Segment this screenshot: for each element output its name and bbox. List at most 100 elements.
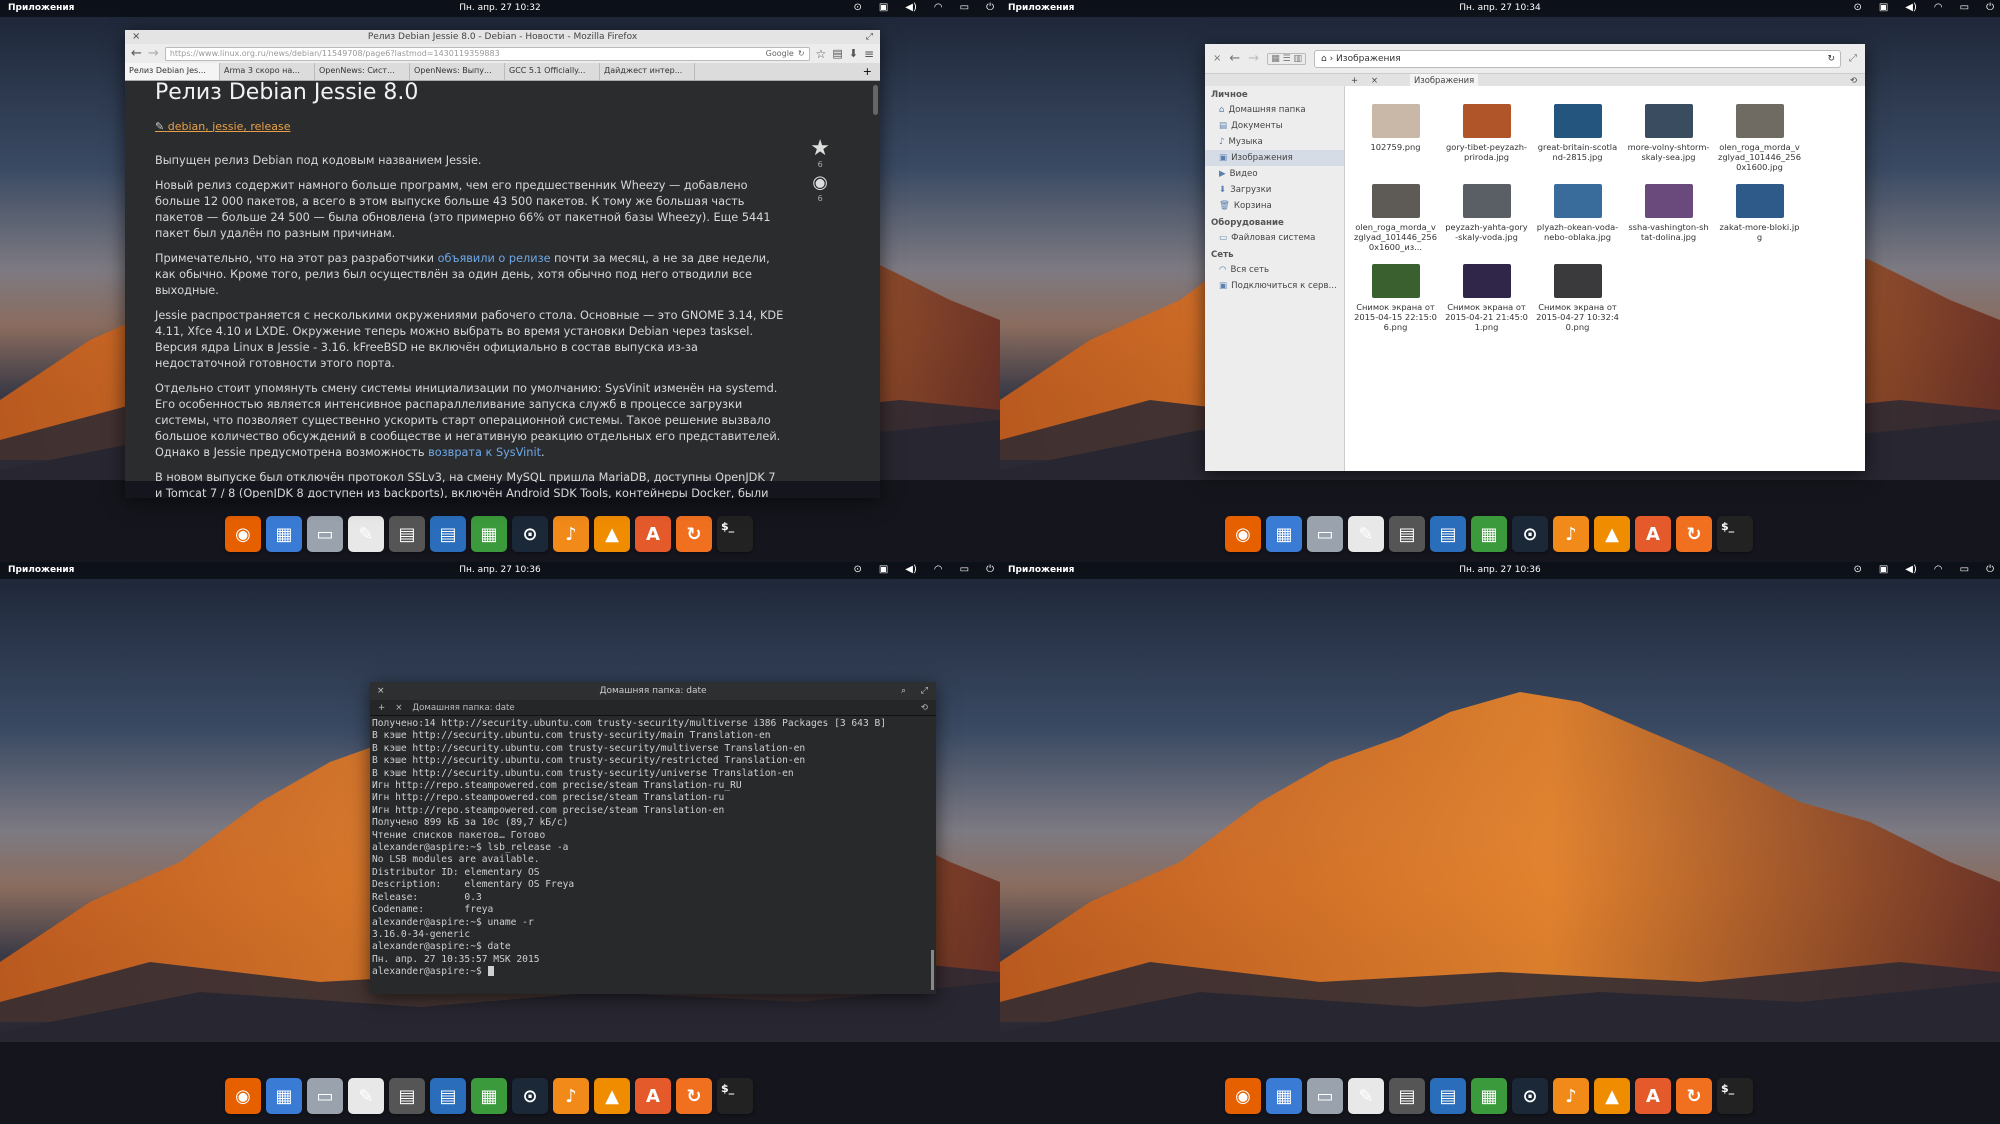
tab-pictures[interactable]: Изображения — [1410, 74, 1479, 86]
app-center-icon[interactable]: A — [635, 1078, 671, 1114]
back-icon[interactable]: ← — [1229, 51, 1240, 66]
browser-tab[interactable]: OpenNews: Выпу... — [410, 63, 505, 80]
sidebar-item[interactable]: ▣ Подключиться к серв... — [1205, 278, 1344, 294]
wifi-icon[interactable]: ◠ — [934, 564, 943, 575]
battery-icon[interactable]: ▭ — [1960, 2, 1969, 13]
sidebar-item[interactable]: ◠ Вся сеть — [1205, 262, 1344, 278]
steam-tray-icon[interactable]: ⊙ — [853, 2, 861, 13]
terminal-icon[interactable]: $_ — [1717, 516, 1753, 552]
power-icon[interactable]: ⏻ — [1986, 2, 1994, 13]
vlc-icon[interactable]: ▲ — [594, 1078, 630, 1114]
sidebar-item[interactable]: ▣ Изображения — [1205, 150, 1344, 166]
bookmark-star-icon[interactable]: ☆ — [816, 47, 827, 61]
sidebar-item[interactable]: ⌂ Домашняя папка — [1205, 102, 1344, 118]
update-manager-icon[interactable]: ↻ — [1676, 516, 1712, 552]
maximize-icon[interactable]: ⤢ — [1849, 53, 1857, 64]
applications-menu[interactable]: Приложения — [1008, 3, 1074, 13]
app-center-icon[interactable]: A — [1635, 516, 1671, 552]
close-icon[interactable]: × — [1213, 53, 1221, 64]
firefox-titlebar[interactable]: × Релиз Debian Jessie 8.0 - Debian - Нов… — [125, 30, 880, 44]
files-window[interactable]: × ← → ▦ ☰ ▥ ⌂ › Изображения ↻ ⤢ + × Изоб… — [1205, 44, 1865, 471]
files-icon[interactable]: ▭ — [1307, 516, 1343, 552]
wifi-icon[interactable]: ◠ — [1934, 2, 1943, 13]
multitasking-view-icon[interactable]: ▦ — [1266, 1078, 1302, 1114]
reload-icon[interactable]: ↻ — [798, 48, 805, 60]
sidebar-item[interactable]: ▤ Документы — [1205, 118, 1344, 134]
power-icon[interactable]: ⏻ — [986, 564, 994, 575]
path-bar[interactable]: ⌂ › Изображения ↻ — [1314, 49, 1841, 68]
file-item[interactable]: more-volny-shtorm-skaly-sea.jpg — [1623, 104, 1714, 172]
close-tab-icon[interactable]: × — [395, 700, 402, 715]
scrollbar[interactable] — [873, 85, 878, 115]
steam-tray-icon[interactable]: ⊙ — [1853, 564, 1861, 575]
file-item[interactable]: olen_roga_morda_vzglyad_101446_2560x1600… — [1714, 104, 1805, 172]
browser-tab[interactable]: Дайджест интер... — [600, 63, 695, 80]
scratch-text-editor-icon[interactable]: ✎ — [348, 1078, 384, 1114]
terminal-icon[interactable]: $_ — [717, 1078, 753, 1114]
scratch-text-editor-icon[interactable]: ✎ — [1348, 516, 1384, 552]
calculator-icon[interactable]: ▤ — [1389, 1078, 1425, 1114]
vlc-icon[interactable]: ▲ — [1594, 1078, 1630, 1114]
file-item[interactable]: olen_roga_morda_vzglyad_101446_2560x1600… — [1350, 184, 1441, 252]
keyboard-layout-icon[interactable]: ▣ — [879, 2, 888, 13]
files-icon[interactable]: ▭ — [307, 516, 343, 552]
file-item[interactable]: 102759.png — [1350, 104, 1441, 172]
vlc-icon[interactable]: ▲ — [594, 516, 630, 552]
update-manager-icon[interactable]: ↻ — [676, 516, 712, 552]
browser-tab[interactable]: Релиз Debian Jes... — [125, 63, 220, 80]
file-item[interactable]: Снимок экрана от 2015-04-27 10:32:40.png — [1532, 264, 1623, 332]
volume-icon[interactable]: ◀) — [905, 564, 917, 575]
maximize-icon[interactable]: ⤢ — [866, 30, 873, 44]
applications-menu[interactable]: Приложения — [1008, 565, 1074, 575]
libreoffice-calc-icon[interactable]: ▦ — [1471, 1078, 1507, 1114]
libreoffice-calc-icon[interactable]: ▦ — [471, 516, 507, 552]
multitasking-view-icon[interactable]: ▦ — [1266, 516, 1302, 552]
libreoffice-calc-icon[interactable]: ▦ — [1471, 516, 1507, 552]
app-center-icon[interactable]: A — [635, 516, 671, 552]
back-icon[interactable]: ← — [131, 46, 142, 61]
steam-icon[interactable]: ⊙ — [512, 516, 548, 552]
panel-clock[interactable]: Пн. апр. 27 10:36 — [0, 565, 1000, 575]
close-icon[interactable]: × — [132, 30, 140, 44]
search-icon[interactable]: ⌕ — [901, 682, 906, 700]
bookmarks-icon[interactable]: ▤ — [832, 47, 842, 60]
file-item[interactable]: peyzazh-yahta-gory-skaly-voda.jpg — [1441, 184, 1532, 252]
wifi-icon[interactable]: ◠ — [934, 2, 943, 13]
scratch-text-editor-icon[interactable]: ✎ — [348, 516, 384, 552]
scrollbar[interactable] — [931, 950, 934, 990]
url-bar[interactable]: https://www.linux.org.ru/news/debian/115… — [164, 46, 810, 61]
panel-clock[interactable]: Пн. апр. 27 10:34 — [1000, 3, 2000, 13]
star-icon[interactable]: ★ — [810, 138, 830, 160]
new-tab-icon[interactable]: + — [855, 63, 880, 80]
keyboard-layout-icon[interactable]: ▣ — [1879, 2, 1888, 13]
volume-icon[interactable]: ◀) — [905, 2, 917, 13]
sidebar-item[interactable]: ▶ Видео — [1205, 166, 1344, 182]
terminal-icon[interactable]: $_ — [1717, 1078, 1753, 1114]
browser-tab[interactable]: OpenNews: Сист... — [315, 63, 410, 80]
steam-tray-icon[interactable]: ⊙ — [853, 564, 861, 575]
battery-icon[interactable]: ▭ — [960, 2, 969, 13]
search-engine-label[interactable]: Google — [766, 48, 794, 60]
browser-tab[interactable]: GCC 5.1 Officially... — [505, 63, 600, 80]
downloads-icon[interactable]: ⬇ — [849, 47, 858, 60]
path-segment[interactable]: Изображения — [1336, 54, 1401, 64]
file-item[interactable]: zakat-more-bloki.jpg — [1714, 184, 1805, 252]
vlc-icon[interactable]: ▲ — [1594, 516, 1630, 552]
battery-icon[interactable]: ▭ — [1960, 564, 1969, 575]
browser-tab[interactable]: Arma 3 скоро на... — [220, 63, 315, 80]
applications-menu[interactable]: Приложения — [8, 565, 74, 575]
forward-icon[interactable]: → — [148, 46, 159, 61]
wifi-icon[interactable]: ◠ — [1934, 564, 1943, 575]
sidebar-item[interactable]: 🗑 Корзина — [1205, 198, 1344, 214]
file-item[interactable]: plyazh-okean-voda-nebo-oblaka.jpg — [1532, 184, 1623, 252]
tag-link[interactable]: jessie — [212, 120, 243, 133]
file-item[interactable]: gory-tibet-peyzazh-priroda.jpg — [1441, 104, 1532, 172]
power-icon[interactable]: ⏻ — [986, 2, 994, 13]
terminal-icon[interactable]: $_ — [717, 516, 753, 552]
firefox-icon[interactable]: ◉ — [1225, 516, 1261, 552]
music-icon[interactable]: ♪ — [1553, 516, 1589, 552]
files-icon[interactable]: ▭ — [1307, 1078, 1343, 1114]
forward-icon[interactable]: → — [1248, 51, 1259, 66]
file-item[interactable]: great-britain-scotland-2815.jpg — [1532, 104, 1623, 172]
update-manager-icon[interactable]: ↻ — [1676, 1078, 1712, 1114]
